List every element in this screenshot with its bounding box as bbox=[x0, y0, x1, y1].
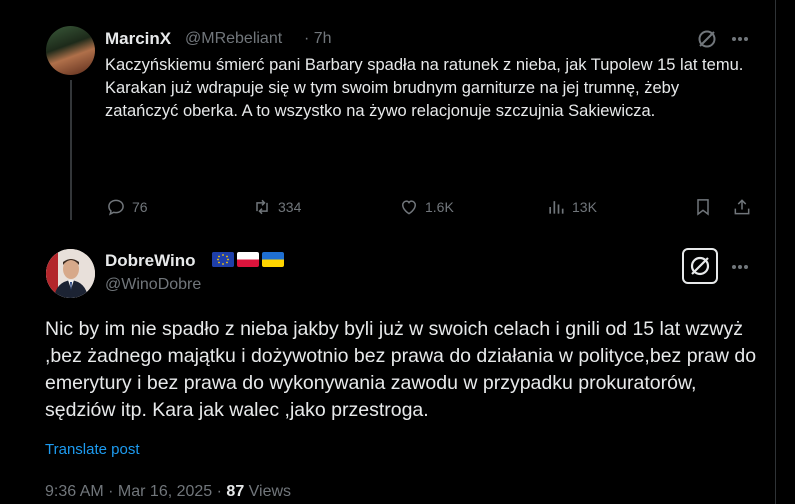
bookmark-button[interactable] bbox=[693, 197, 713, 217]
post-time[interactable]: · 7h bbox=[304, 30, 332, 48]
poland-flag bbox=[237, 252, 259, 267]
thread-line bbox=[70, 80, 72, 220]
like-icon bbox=[401, 200, 417, 215]
like-button[interactable]: 1.6K bbox=[399, 197, 454, 217]
views-count: 13K bbox=[572, 199, 597, 215]
author-name[interactable]: MarcinX bbox=[105, 29, 171, 49]
repost-icon bbox=[256, 199, 268, 215]
views-button[interactable]: 13K bbox=[546, 197, 597, 217]
eu-flag bbox=[212, 252, 234, 267]
avatar[interactable] bbox=[46, 26, 95, 75]
more-icon[interactable] bbox=[730, 256, 750, 283]
post-timestamp[interactable]: 9:36 AM · Mar 16, 2025 · bbox=[45, 483, 226, 500]
author-handle[interactable]: @MRebeliant bbox=[185, 30, 282, 48]
reply-count: 76 bbox=[132, 199, 148, 215]
timeline-column: MarcinX @MRebeliant · 7h Kaczyńskiemu śm… bbox=[0, 0, 776, 504]
grok-icon bbox=[690, 256, 710, 276]
ukraine-flag bbox=[262, 252, 284, 267]
repost-count: 334 bbox=[278, 199, 302, 215]
views-count: 87 bbox=[226, 483, 245, 500]
post-meta: 9:36 AM · Mar 16, 2025 · 87 Views bbox=[45, 483, 291, 501]
author-name[interactable]: DobreWino bbox=[105, 251, 196, 271]
reply-button[interactable]: 76 bbox=[106, 197, 148, 217]
post-text-line: Kaczyńskiemu śmierć pani Barbary spadła … bbox=[105, 56, 744, 74]
repost-button[interactable]: 334 bbox=[252, 197, 301, 217]
share-icon bbox=[734, 199, 750, 215]
like-count: 1.6K bbox=[425, 199, 454, 215]
views-icon bbox=[549, 201, 564, 214]
author-handle[interactable]: @WinoDobre bbox=[105, 276, 201, 294]
post-text: Kaczyńskiemu śmierć pani Barbary spadła … bbox=[105, 54, 745, 123]
bookmark-icon bbox=[697, 199, 709, 216]
translate-link[interactable]: Translate post bbox=[45, 441, 140, 458]
grok-icon[interactable] bbox=[696, 28, 718, 55]
reply-icon bbox=[108, 199, 124, 216]
avatar[interactable] bbox=[46, 249, 95, 298]
post-text-line: Karakan już wdrapuje się w tym swoim bru… bbox=[105, 79, 680, 120]
post-text: Nic by im nie spadło z nieba jakby byli … bbox=[45, 318, 757, 421]
grok-button[interactable] bbox=[682, 248, 718, 284]
views-label: Views bbox=[244, 483, 292, 500]
share-button[interactable] bbox=[732, 197, 752, 217]
more-icon[interactable] bbox=[730, 28, 750, 55]
